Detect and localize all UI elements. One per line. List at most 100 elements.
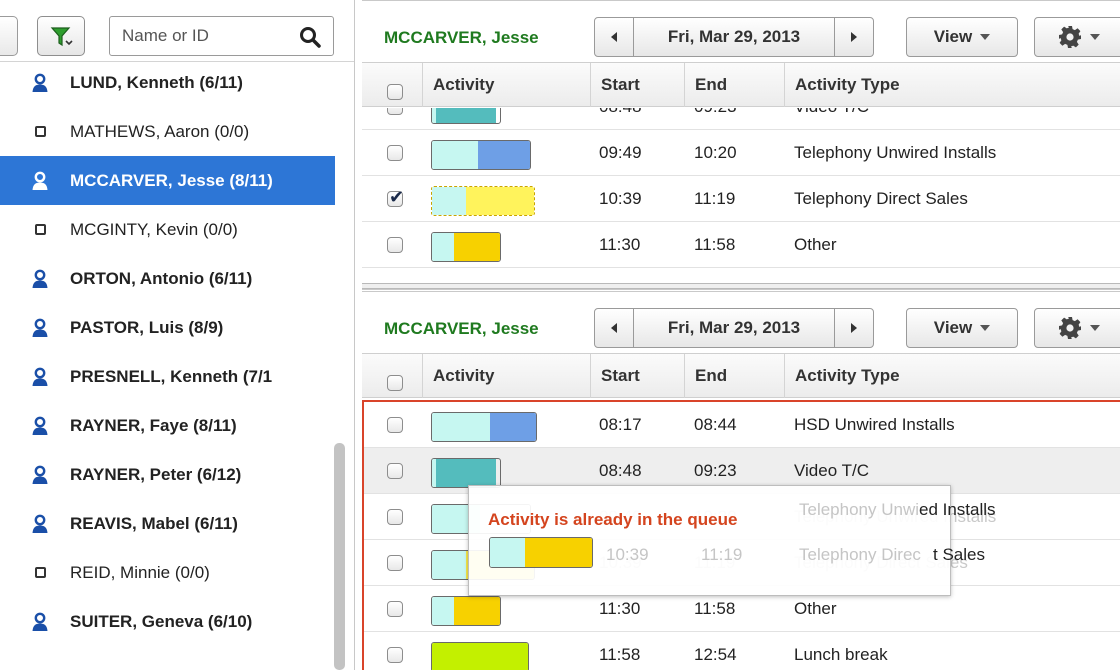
view-menu-button[interactable]: View bbox=[906, 308, 1018, 348]
row-checkbox[interactable] bbox=[387, 555, 403, 571]
activity-start-time: 11:30 bbox=[599, 235, 641, 254]
person-list-item[interactable]: SUITER, Geneva (6/10) bbox=[0, 597, 335, 646]
panel-person-name: MCCARVER, Jesse bbox=[384, 319, 539, 338]
column-start[interactable]: Start bbox=[590, 63, 684, 107]
column-activity[interactable]: Activity bbox=[422, 63, 590, 107]
table-row[interactable]: 08:48 09:23 Video T/C bbox=[362, 108, 1120, 130]
row-checkbox[interactable] bbox=[387, 601, 403, 617]
column-end[interactable]: End bbox=[684, 354, 784, 398]
table-row[interactable]: 11:58 12:54 Lunch break bbox=[362, 632, 1120, 670]
person-icon bbox=[30, 465, 50, 485]
table-row[interactable]: 08:17 08:44 HSD Unwired Installs bbox=[362, 402, 1120, 448]
search-input[interactable] bbox=[122, 25, 282, 47]
visible-type-tail: t Sales bbox=[933, 545, 985, 564]
person-icon bbox=[30, 612, 50, 632]
person-list-item[interactable]: ORTON, Antonio (6/11) bbox=[0, 254, 335, 303]
activity-table: 08:48 09:23 Video T/C 09:49 10:20 Telephony U… bbox=[362, 108, 1120, 283]
table-row[interactable]: 11:30 11:58 Other bbox=[362, 222, 1120, 268]
row-checkbox[interactable] bbox=[387, 509, 403, 525]
panel-toolbar: MCCARVER, Jesse Fri, Mar 29, 2013 View bbox=[362, 1, 1120, 63]
previous-day-button[interactable] bbox=[594, 308, 634, 348]
person-name: MCCARVER, Jesse (8/11) bbox=[70, 170, 273, 190]
person-name: PRESNELL, Kenneth (7/1 bbox=[70, 366, 273, 386]
panel-person-name: MCCARVER, Jesse bbox=[384, 28, 539, 47]
person-icon bbox=[30, 367, 50, 387]
visible-type-tail: ed Installs bbox=[919, 500, 996, 519]
person-list-item[interactable]: MCCARVER, Jesse (8/11) bbox=[0, 156, 335, 205]
person-name: MATHEWS, Aaron (0/0) bbox=[70, 121, 250, 141]
chevron-down-icon bbox=[980, 325, 991, 331]
date-button[interactable]: Fri, Mar 29, 2013 bbox=[633, 17, 835, 57]
person-icon bbox=[30, 269, 50, 289]
activity-bar[interactable] bbox=[431, 412, 537, 442]
dragged-activity-bar[interactable] bbox=[489, 537, 593, 568]
activity-type: Other bbox=[794, 235, 837, 254]
settings-menu-button[interactable] bbox=[1034, 308, 1120, 348]
next-day-button[interactable] bbox=[834, 308, 874, 348]
previous-day-button[interactable] bbox=[594, 17, 634, 57]
chevron-right-icon bbox=[851, 32, 857, 42]
row-checkbox[interactable] bbox=[387, 187, 404, 208]
schedule-panel-top: MCCARVER, Jesse Fri, Mar 29, 2013 View A… bbox=[362, 0, 1120, 283]
chevron-left-icon bbox=[611, 323, 617, 333]
table-row[interactable]: 10:39 11:19 Telephony Direct Sales bbox=[362, 176, 1120, 222]
person-list-item[interactable]: REAVIS, Mabel (6/11) bbox=[0, 499, 335, 548]
date-button[interactable]: Fri, Mar 29, 2013 bbox=[633, 308, 835, 348]
view-menu-button[interactable]: View bbox=[906, 17, 1018, 57]
view-label: View bbox=[933, 27, 973, 46]
person-list-item[interactable]: PASTOR, Luis (8/9) bbox=[0, 303, 335, 352]
activity-bar[interactable] bbox=[431, 232, 501, 262]
activity-start-time: 08:17 bbox=[599, 415, 642, 434]
chevron-right-icon bbox=[851, 323, 857, 333]
row-checkbox[interactable] bbox=[387, 237, 403, 253]
activity-start-time: 10:39 bbox=[599, 189, 642, 208]
table-row[interactable]: 09:49 10:20 Telephony Unwired Installs bbox=[362, 130, 1120, 176]
person-list-item[interactable]: RAYNER, Peter (6/12) bbox=[0, 450, 335, 499]
activity-bar[interactable] bbox=[431, 642, 529, 670]
search-icon[interactable] bbox=[299, 26, 321, 48]
people-toolbar bbox=[0, 0, 354, 62]
activity-start-time: 08:48 bbox=[599, 461, 642, 480]
drop-target-outline bbox=[362, 400, 1120, 402]
column-activity[interactable]: Activity bbox=[422, 354, 590, 398]
settings-menu-button[interactable] bbox=[1034, 17, 1120, 57]
activity-bar[interactable] bbox=[431, 108, 501, 124]
activity-end-time: 09:23 bbox=[694, 108, 737, 117]
person-list-item[interactable]: RAYNER, Faye (8/11) bbox=[0, 401, 335, 450]
row-checkbox[interactable] bbox=[387, 417, 403, 433]
activity-type: Other bbox=[794, 599, 837, 618]
column-activity-type[interactable]: Activity Type bbox=[784, 354, 1120, 398]
activity-start-time: 11:30 bbox=[599, 599, 641, 618]
ghost-end: 11:19 bbox=[701, 545, 743, 564]
column-activity-type[interactable]: Activity Type bbox=[784, 63, 1120, 107]
person-list-item[interactable]: MCGINTY, Kevin (0/0) bbox=[0, 205, 335, 254]
column-end[interactable]: End bbox=[684, 63, 784, 107]
person-list-item[interactable]: MATHEWS, Aaron (0/0) bbox=[0, 107, 335, 156]
search-field[interactable] bbox=[109, 16, 334, 56]
person-icon bbox=[30, 514, 50, 534]
person-list-item[interactable]: REID, Minnie (0/0) bbox=[0, 548, 335, 597]
row-checkbox[interactable] bbox=[387, 647, 403, 663]
collapse-button[interactable] bbox=[0, 16, 18, 56]
activity-bar[interactable] bbox=[431, 140, 531, 170]
column-start[interactable]: Start bbox=[590, 354, 684, 398]
row-checkbox[interactable] bbox=[387, 108, 403, 115]
row-checkbox[interactable] bbox=[387, 145, 403, 161]
activity-end-time: 11:19 bbox=[694, 189, 736, 208]
activity-bar[interactable] bbox=[431, 186, 535, 216]
activity-type: Telephony Direct Sales bbox=[794, 189, 968, 208]
filter-button[interactable] bbox=[37, 16, 85, 56]
person-list-item[interactable]: LUND, Kenneth (6/11) bbox=[0, 58, 335, 107]
person-list-item[interactable]: PRESNELL, Kenneth (7/1 bbox=[0, 352, 335, 401]
row-checkbox[interactable] bbox=[387, 463, 403, 479]
people-scrollbar[interactable] bbox=[334, 443, 345, 670]
activity-bar[interactable] bbox=[431, 458, 501, 488]
person-name: MCGINTY, Kevin (0/0) bbox=[70, 219, 238, 239]
chevron-down-icon bbox=[1090, 325, 1100, 331]
select-all-checkbox[interactable] bbox=[387, 84, 403, 100]
activity-bar[interactable] bbox=[431, 596, 501, 626]
next-day-button[interactable] bbox=[834, 17, 874, 57]
square-icon bbox=[30, 126, 50, 137]
select-all-checkbox[interactable] bbox=[387, 375, 403, 391]
chevron-down-icon bbox=[1090, 34, 1100, 40]
